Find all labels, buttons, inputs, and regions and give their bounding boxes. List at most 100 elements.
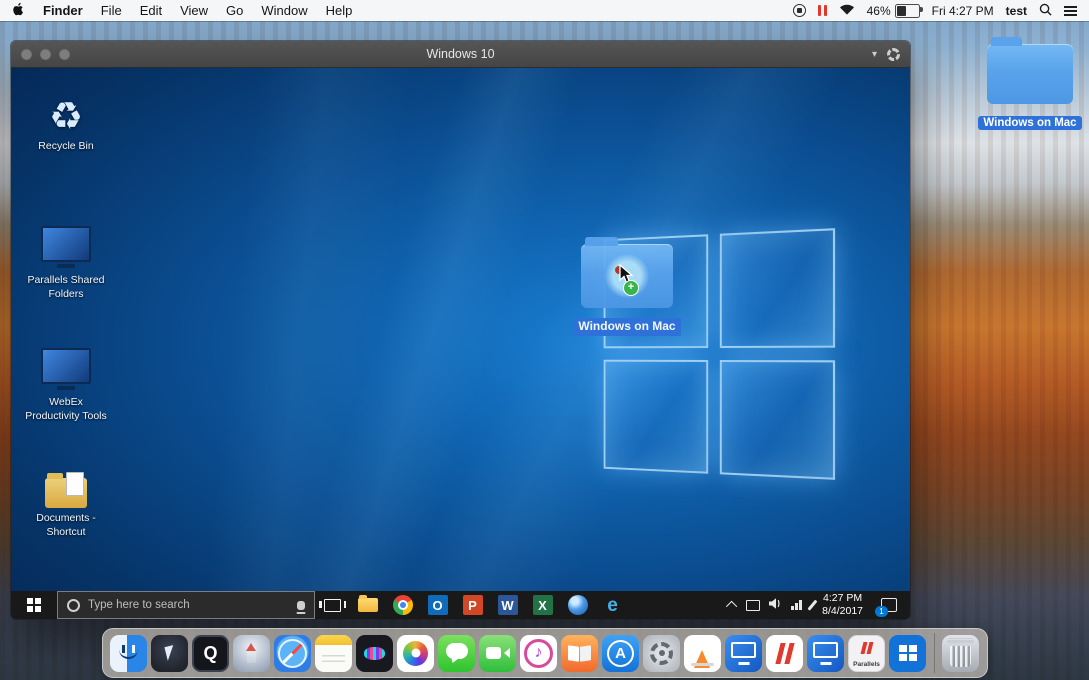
dock-item-launchpad[interactable]	[233, 634, 271, 672]
menu-view[interactable]: View	[180, 3, 208, 18]
quicktime-icon: Q	[192, 635, 229, 672]
zoom-button[interactable]	[59, 49, 70, 60]
desktop-icon-documents-shortcut[interactable]: Documents - Shortcut	[25, 456, 107, 539]
menu-bar-status: 46% Fri 4:27 PM test	[793, 3, 1077, 19]
dock-item-facetime[interactable]	[479, 634, 517, 672]
dock-item-itunes[interactable]: ♪	[520, 634, 558, 672]
trash-icon	[942, 635, 979, 672]
spotlight-search-icon[interactable]	[1039, 3, 1052, 19]
tray-tablet-icon[interactable]	[746, 600, 760, 611]
dock-item-system-preferences[interactable]	[643, 634, 681, 672]
file-explorer-button[interactable]	[350, 591, 385, 619]
safari-compass-icon	[274, 635, 311, 672]
dock-item-safari[interactable]	[274, 634, 312, 672]
menu-edit[interactable]: Edit	[140, 3, 162, 18]
dock-item-messages[interactable]	[438, 634, 476, 672]
task-view-button[interactable]	[315, 591, 350, 619]
desktop-icon-webex-productivity-tools[interactable]: WebEx Productivity Tools	[25, 340, 107, 423]
task-view-icon	[324, 599, 341, 612]
menu-window[interactable]: Window	[261, 3, 307, 18]
powerpoint-button[interactable]: P	[455, 591, 490, 619]
siri-icon	[356, 635, 393, 672]
globe-icon	[568, 595, 588, 615]
taskbar-clock[interactable]: 4:27 PM 8/4/2017	[822, 592, 863, 617]
dock-item-quicktime[interactable]: Q	[192, 634, 230, 672]
settings-gear-icon[interactable]	[887, 48, 900, 61]
chevron-down-icon[interactable]: ▾	[872, 49, 877, 60]
dock-item-parallels-desktop[interactable]	[766, 634, 804, 672]
dock-item-vlc[interactable]	[684, 634, 722, 672]
dock-item-app-store[interactable]: A	[602, 634, 640, 672]
system-preferences-gear-icon	[643, 635, 680, 672]
wifi-icon[interactable]	[839, 4, 855, 18]
photos-flower-icon	[397, 635, 434, 672]
notification-center-icon[interactable]	[1064, 6, 1077, 8]
parallels-vm-icon	[807, 635, 844, 672]
window-title: Windows 10	[426, 47, 494, 61]
excel-button[interactable]: X	[525, 591, 560, 619]
menu-bar-left: Finder File Edit View Go Window Help	[12, 2, 352, 19]
dragged-folder-windows-on-mac[interactable]: + Windows on Mac	[567, 236, 687, 336]
menu-file[interactable]: File	[101, 3, 122, 18]
apple-menu-icon[interactable]	[12, 2, 25, 19]
windows-vm-icon	[889, 635, 926, 672]
tray-speaker-icon[interactable]	[769, 596, 782, 614]
window-title-bar[interactable]: Windows 10 ▾	[11, 41, 910, 68]
dock-item-photos[interactable]	[397, 634, 435, 672]
dock-item-trash[interactable]	[942, 634, 980, 672]
battery-indicator[interactable]: 46%	[867, 4, 920, 18]
dock-item-notes[interactable]	[315, 634, 353, 672]
menu-go[interactable]: Go	[226, 3, 243, 18]
dock-item-screenshot-app[interactable]	[151, 634, 189, 672]
chrome-icon	[393, 595, 413, 615]
parallels-menu-icon[interactable]	[818, 5, 827, 16]
dock-item-finder[interactable]	[110, 634, 148, 672]
monitor-icon	[41, 218, 91, 270]
desktop-icon-label: WebEx Productivity Tools	[25, 396, 107, 423]
menu-user[interactable]: test	[1006, 4, 1027, 18]
tray-pen-icon[interactable]	[807, 600, 817, 611]
folder-icon	[987, 44, 1073, 104]
dock-item-parallels-vm-2[interactable]	[807, 634, 845, 672]
microphone-icon[interactable]	[297, 601, 305, 610]
documents-folder-icon	[45, 456, 87, 508]
tray-network-icon[interactable]	[791, 600, 802, 610]
desktop-icon-parallels-shared-folders[interactable]: Parallels Shared Folders	[25, 218, 107, 301]
chrome-button[interactable]	[385, 591, 420, 619]
action-center-button[interactable]: 1	[872, 591, 906, 619]
desktop-icon-label: Parallels Shared Folders	[25, 274, 107, 301]
dock-item-books[interactable]	[561, 634, 599, 672]
taskbar-time: 4:27 PM	[822, 592, 863, 605]
dock: Q ♪ A Parallels	[102, 628, 988, 678]
windows-taskbar: Type here to search O P W X e	[11, 591, 910, 619]
parallels-installer-icon: Parallels	[848, 635, 885, 672]
start-button[interactable]	[11, 591, 57, 619]
taskbar-search[interactable]: Type here to search	[57, 591, 315, 619]
launchpad-rocket-icon	[233, 635, 270, 672]
tray-chevron-up-icon[interactable]	[726, 601, 737, 612]
vlc-cone-icon	[684, 635, 721, 672]
taskbar-apps: O P W X e	[315, 591, 630, 619]
parallels-desktop-icon	[766, 635, 803, 672]
menu-help[interactable]: Help	[326, 3, 353, 18]
dock-item-siri[interactable]	[356, 634, 394, 672]
menu-finder[interactable]: Finder	[43, 3, 83, 18]
itunes-icon: ♪	[520, 635, 557, 672]
word-button[interactable]: W	[490, 591, 525, 619]
mac-desktop-folder-windows-on-mac[interactable]: Windows on Mac	[980, 36, 1080, 130]
minimize-button[interactable]	[40, 49, 51, 60]
close-button[interactable]	[21, 49, 32, 60]
dock-item-windows-vm[interactable]	[889, 634, 927, 672]
notes-icon	[315, 635, 352, 672]
outlook-button[interactable]: O	[420, 591, 455, 619]
dock-item-parallels-vm-1[interactable]	[725, 634, 763, 672]
macos-menu-bar: Finder File Edit View Go Window Help 46%…	[0, 0, 1089, 21]
screenshot-app-icon	[151, 635, 188, 672]
desktop-icon-recycle-bin[interactable]: ♻ Recycle Bin	[25, 84, 107, 154]
edge-button[interactable]: e	[595, 591, 630, 619]
screen-record-icon[interactable]	[793, 4, 806, 17]
parallels-vm-icon	[725, 635, 762, 672]
menu-clock[interactable]: Fri 4:27 PM	[932, 4, 994, 18]
dock-item-parallels-installer[interactable]: Parallels	[848, 634, 886, 672]
browser-globe-button[interactable]	[560, 591, 595, 619]
